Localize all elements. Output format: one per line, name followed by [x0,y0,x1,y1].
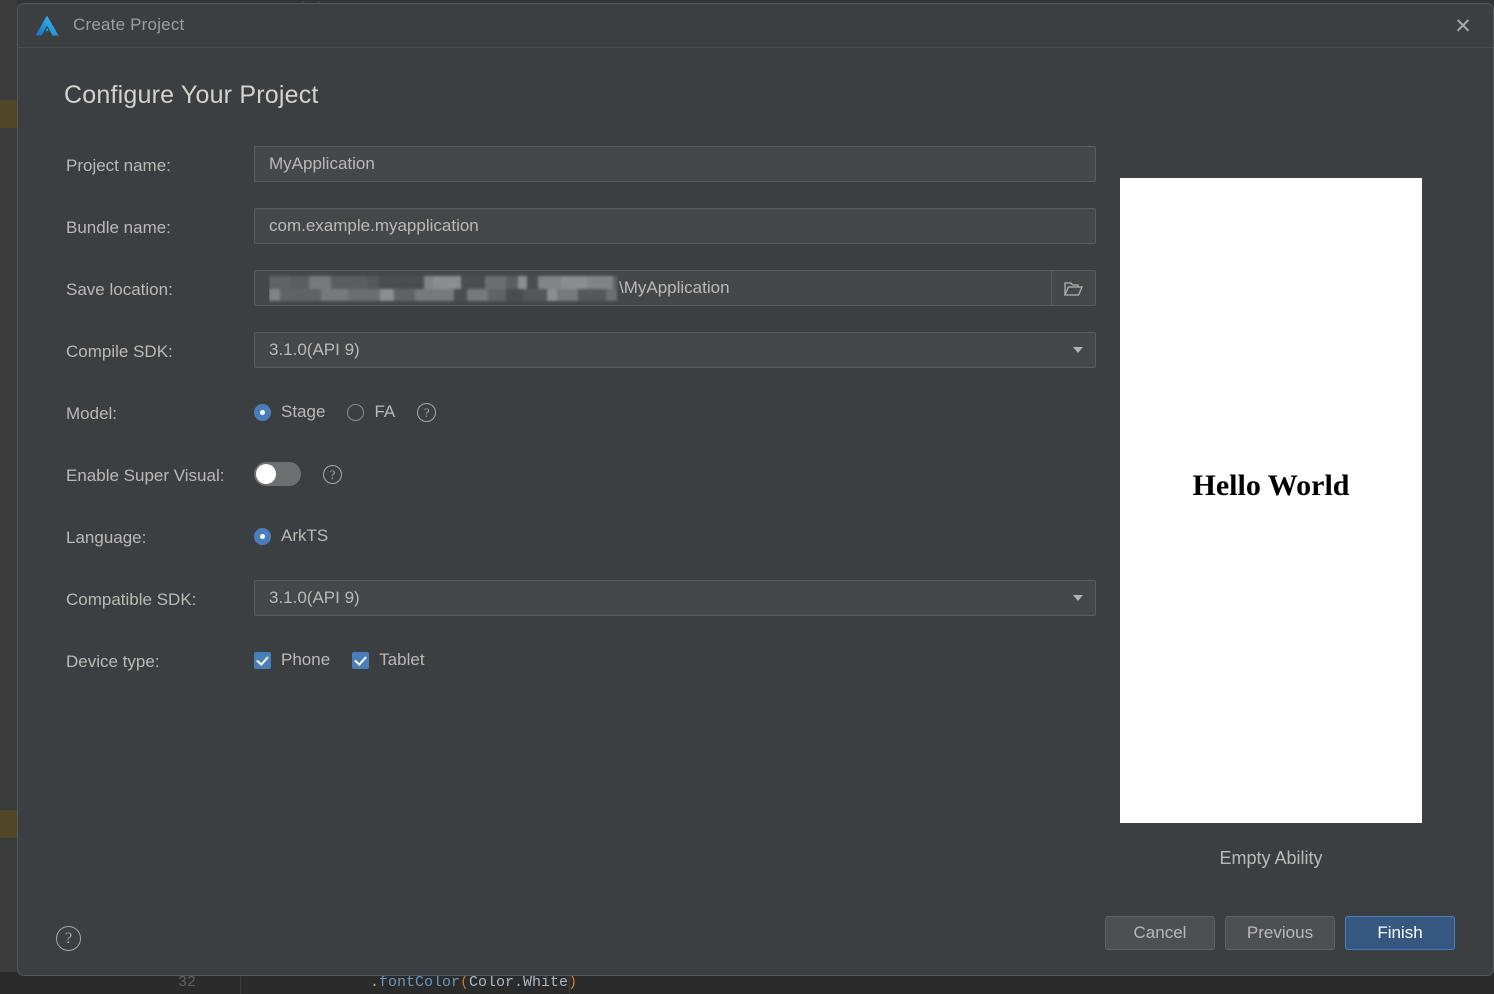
radio-model-stage-label: Stage [281,402,326,421]
checkbox-device-tablet-label: Tablet [379,650,425,669]
compile-sdk-label: Compile SDK: [66,342,173,361]
compile-sdk-select[interactable]: 3.1.0(API 9) [254,332,1096,368]
bundle-name-input[interactable]: com.example.myapplication [254,208,1096,244]
form-row-save-location: Save location: \MyApplication [18,267,1118,329]
redacted-path [269,275,617,301]
super-visual-label: Enable Super Visual: [66,466,225,485]
compatible-sdk-label: Compatible SDK: [66,590,197,609]
form-row-project-name: Project name: MyApplication [18,143,1118,205]
project-config-form: Project name: MyApplication Bundle name:… [18,143,1118,701]
form-row-compatible-sdk: Compatible SDK: 3.1.0(API 9) [18,577,1118,639]
cancel-button[interactable]: Cancel [1105,916,1215,950]
form-row-bundle-name: Bundle name: com.example.myapplication [18,205,1118,267]
save-location-path-tail: \MyApplication [619,278,730,297]
project-name-label: Project name: [66,156,171,175]
form-row-super-visual: Enable Super Visual: ? [18,453,1118,515]
radio-model-fa[interactable]: FA [347,391,395,433]
compile-sdk-value: 3.1.0(API 9) [269,340,360,359]
device-type-label: Device type: [66,652,160,671]
super-visual-help-icon[interactable]: ? [323,464,342,484]
super-visual-controls: ? [254,453,342,495]
form-row-language: Language: ArkTS [18,515,1118,577]
checkbox-device-phone-label: Phone [281,650,331,669]
close-icon[interactable]: ✕ [1443,10,1483,42]
radio-language-arkts-label: ArkTS [281,526,329,545]
editor-code-text: .fontColor(Color.White) [370,974,577,991]
preview-hello-world-text: Hello World [1192,468,1350,502]
radio-unselected-icon [347,403,365,421]
gutter-marker [0,100,17,128]
code-function: fontColor [379,974,461,991]
page-title: Configure Your Project [64,81,319,109]
language-label: Language: [66,528,147,547]
checkbox-device-phone[interactable]: Phone [254,639,330,681]
preview-device-screen: Hello World [1120,178,1422,823]
super-visual-toggle[interactable] [254,462,301,486]
footer-button-group: Cancel Previous Finish [1105,916,1455,950]
radio-model-stage[interactable]: Stage [254,391,325,433]
editor-line-number: 32 [178,974,197,991]
radio-selected-icon [254,527,271,545]
save-location-value: \MyApplication [269,271,1081,305]
dialog-body: Configure Your Project Project name: MyA… [18,48,1493,908]
form-row-model: Model: Stage FA ? [18,391,1118,453]
finish-button[interactable]: Finish [1345,916,1455,950]
bundle-name-label: Bundle name: [66,218,171,237]
chevron-down-icon [1073,595,1083,601]
radio-language-arkts[interactable]: ArkTS [254,515,328,557]
deveco-studio-logo-icon [34,14,60,38]
form-row-device-type: Device type: Phone Tablet [18,639,1118,701]
checkbox-device-tablet[interactable]: Tablet [352,639,425,681]
code-argument: Color.White [469,974,569,991]
compatible-sdk-value: 3.1.0(API 9) [269,588,360,607]
code-close-paren: ) [568,974,578,991]
preview-caption: Empty Ability [1219,848,1323,868]
save-location-label: Save location: [66,280,173,299]
device-type-options: Phone Tablet [254,639,447,681]
model-label: Model: [66,404,118,423]
create-project-dialog: Create Project ✕ Configure Your Project … [17,3,1494,976]
checkbox-checked-icon [352,651,370,669]
model-help-icon[interactable]: ? [417,402,437,422]
folder-icon[interactable] [1051,271,1095,305]
model-options: Stage FA ? [254,391,437,433]
gutter-marker [0,810,17,838]
previous-button[interactable]: Previous [1225,916,1335,950]
radio-model-fa-label: FA [374,402,396,421]
editor-left-gutter [0,0,17,994]
dialog-footer: ? Cancel Previous Finish [18,905,1493,975]
help-icon[interactable]: ? [56,926,81,951]
code-open-paren: ( [460,974,470,991]
dialog-titlebar: Create Project ✕ [18,4,1493,48]
language-options: ArkTS [254,515,350,557]
code-dot: . [370,974,380,991]
dialog-title: Create Project [73,15,185,34]
compatible-sdk-select[interactable]: 3.1.0(API 9) [254,580,1096,616]
template-preview: Hello World Empty Ability [1120,178,1430,869]
save-location-input[interactable]: \MyApplication [254,270,1096,306]
checkbox-checked-icon [254,651,271,669]
radio-selected-icon [254,403,271,421]
project-name-input[interactable]: MyApplication [254,146,1096,182]
chevron-down-icon [1073,347,1083,353]
form-row-compile-sdk: Compile SDK: 3.1.0(API 9) [18,329,1118,391]
